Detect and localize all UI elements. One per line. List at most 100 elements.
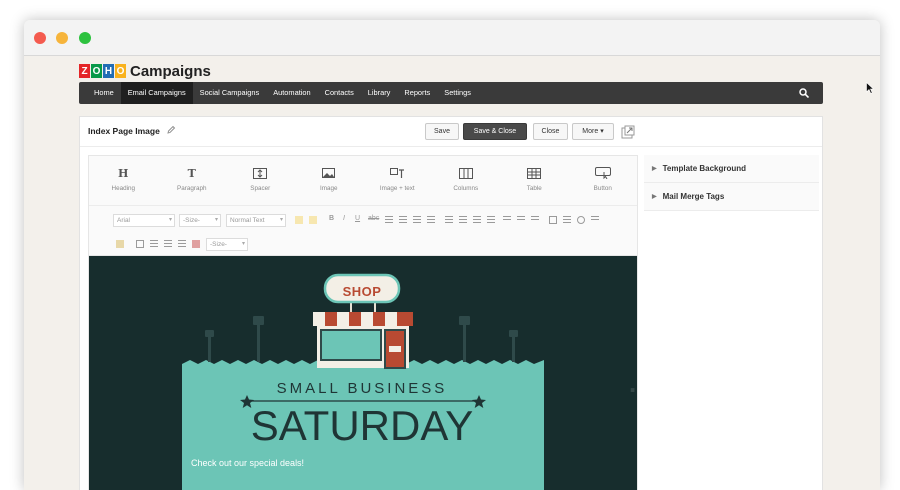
underline-icon[interactable]: U	[355, 215, 360, 222]
more-label: More	[582, 128, 599, 135]
block-label: Paragraph	[177, 185, 207, 192]
content-blocks: H Heading T Paragraph Spacer Image Image…	[89, 156, 637, 206]
expand-arrow-icon: ▶	[652, 194, 657, 200]
zoho-logo: Z O H O	[79, 64, 127, 78]
align-left-icon[interactable]	[385, 216, 393, 224]
shop-sign-text: SHOP	[342, 284, 382, 299]
align-right-icon[interactable]	[413, 216, 421, 224]
editor-toolbar: Index Page Image Save Save & Close Close…	[80, 117, 822, 147]
app-logo[interactable]: Z O H O Campaigns	[79, 60, 211, 82]
strikethrough-icon[interactable]: abc	[368, 215, 379, 222]
columns-icon	[458, 165, 473, 181]
pencil-icon[interactable]	[166, 125, 176, 135]
link-icon[interactable]	[503, 216, 511, 224]
table-icon	[527, 165, 542, 181]
close-button[interactable]: Close	[533, 123, 568, 140]
emoji-icon[interactable]	[577, 216, 585, 224]
border-color-icon[interactable]	[192, 240, 200, 248]
sidebar-item-mail-merge-tags[interactable]: ▶ Mail Merge Tags	[644, 183, 819, 211]
search-icon[interactable]	[799, 88, 809, 98]
sidebar-item-template-background[interactable]: ▶ Template Background	[644, 155, 819, 183]
nav-contacts[interactable]: Contacts	[318, 82, 361, 104]
block-spacer[interactable]: Spacer	[226, 156, 295, 205]
nav-library[interactable]: Library	[361, 82, 398, 104]
mouse-cursor-icon	[866, 82, 874, 94]
block-label: Heading	[111, 185, 135, 192]
caret-down-icon: ▾	[600, 128, 604, 135]
special-char-icon[interactable]	[563, 216, 571, 224]
image-text-icon	[389, 165, 405, 181]
logo-letter: O	[115, 64, 126, 78]
block-table[interactable]: Table	[500, 156, 569, 205]
block-label: Button	[593, 185, 612, 192]
block-label: Table	[526, 185, 542, 192]
main-nav: Home Email Campaigns Social Campaigns Au…	[79, 82, 823, 104]
block-heading[interactable]: H Heading	[89, 156, 158, 205]
nav-email-campaigns[interactable]: Email Campaigns	[120, 82, 193, 104]
text-style-select[interactable]: Normal Text	[226, 214, 286, 227]
heading-icon: H	[118, 166, 129, 180]
highlight-icon[interactable]	[309, 216, 317, 224]
save-close-button[interactable]: Save & Close	[463, 123, 527, 140]
indent-icon[interactable]	[487, 216, 495, 224]
nav-home[interactable]: Home	[87, 82, 121, 104]
page-title: Index Page Image	[88, 126, 160, 136]
border-bottom-icon[interactable]	[178, 240, 186, 248]
expand-arrow-icon: ▶	[652, 166, 657, 172]
more-button[interactable]: More ▾	[572, 123, 614, 140]
watermark-text: .com	[629, 368, 637, 398]
italic-icon[interactable]: I	[343, 215, 345, 222]
nav-social-campaigns[interactable]: Social Campaigns	[193, 82, 267, 104]
paint-bucket-icon[interactable]	[116, 240, 124, 248]
close-window-button[interactable]	[34, 32, 46, 44]
paragraph-icon: T	[187, 166, 196, 180]
block-image[interactable]: Image	[295, 156, 364, 205]
email-canvas[interactable]: SHOP SMALL BUSINESS SATURDAY Check out o…	[89, 256, 637, 490]
unlink-icon[interactable]	[517, 216, 525, 224]
align-justify-icon[interactable]	[427, 216, 435, 224]
tagline-text: Check out our special deals!	[191, 458, 305, 468]
sidebar-item-label: Template Background	[662, 164, 747, 173]
browser-window: Z O H O Campaigns Home Email Campaigns S…	[24, 20, 880, 490]
maximize-window-button[interactable]	[79, 32, 91, 44]
app-name: Campaigns	[130, 62, 211, 80]
bold-icon[interactable]: B	[329, 215, 334, 222]
nav-settings[interactable]: Settings	[437, 82, 478, 104]
border-middle-icon[interactable]	[164, 240, 172, 248]
block-paragraph[interactable]: T Paragraph	[158, 156, 227, 205]
numbered-list-icon[interactable]	[459, 216, 467, 224]
align-center-icon[interactable]	[399, 216, 407, 224]
logo-letter: H	[103, 64, 114, 78]
popout-icon[interactable]	[621, 125, 635, 139]
block-label: Spacer	[250, 185, 271, 192]
block-label: Image	[319, 185, 338, 192]
headline-large: SATURDAY	[250, 402, 474, 449]
font-family-select[interactable]: Arial	[113, 214, 175, 227]
nav-automation[interactable]: Automation	[266, 82, 317, 104]
sidebar-item-label: Mail Merge Tags	[662, 192, 725, 201]
border-size-select[interactable]: -Size-	[206, 238, 248, 251]
outdent-icon[interactable]	[473, 216, 481, 224]
text-color-icon[interactable]	[295, 216, 303, 224]
nav-reports[interactable]: Reports	[397, 82, 437, 104]
block-label: Columns	[453, 185, 479, 192]
bullet-list-icon[interactable]	[445, 216, 453, 224]
save-button[interactable]: Save	[425, 123, 459, 140]
block-columns[interactable]: Columns	[432, 156, 501, 205]
insert-image-icon[interactable]	[549, 216, 557, 224]
block-button[interactable]: Button	[569, 156, 638, 205]
border-icon[interactable]	[136, 240, 144, 248]
clear-format-icon[interactable]	[591, 216, 599, 224]
logo-letter: O	[91, 64, 102, 78]
settings-sidebar: ▶ Template Background ▶ Mail Merge Tags	[644, 155, 819, 490]
block-image-text[interactable]: Image + text	[363, 156, 432, 205]
border-top-icon[interactable]	[150, 240, 158, 248]
block-label: Image + text	[379, 185, 415, 192]
button-icon	[594, 165, 611, 181]
minimize-window-button[interactable]	[56, 32, 68, 44]
spacer-icon	[253, 165, 268, 181]
font-size-select[interactable]: -Size-	[179, 214, 221, 227]
headline-small: SMALL BUSINESS	[276, 380, 448, 397]
anchor-icon[interactable]	[531, 216, 539, 224]
logo-letter: Z	[79, 64, 90, 78]
